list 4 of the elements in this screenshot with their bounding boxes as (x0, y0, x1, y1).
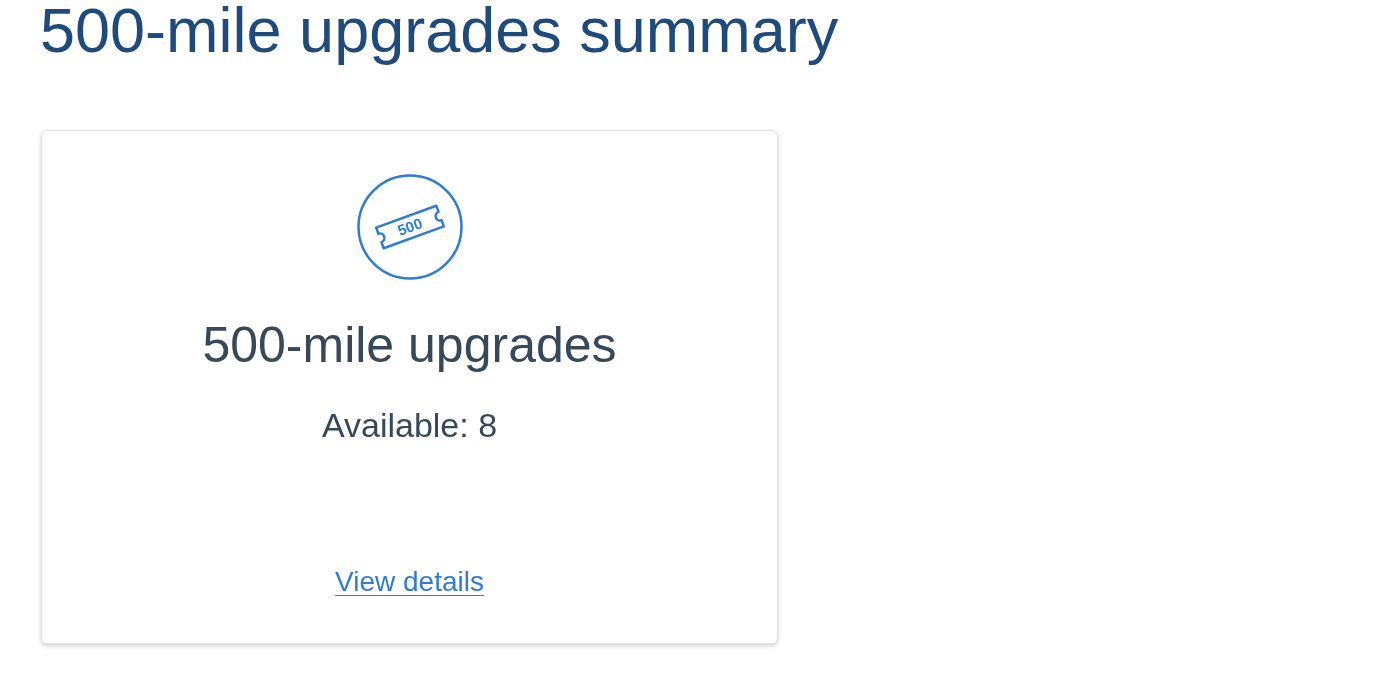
ticket-icon: 500 (356, 174, 463, 280)
available-count: Available: 8 (321, 408, 498, 442)
view-details-link[interactable]: View details (335, 568, 484, 596)
card-title: 500-mile upgrades (202, 320, 617, 370)
